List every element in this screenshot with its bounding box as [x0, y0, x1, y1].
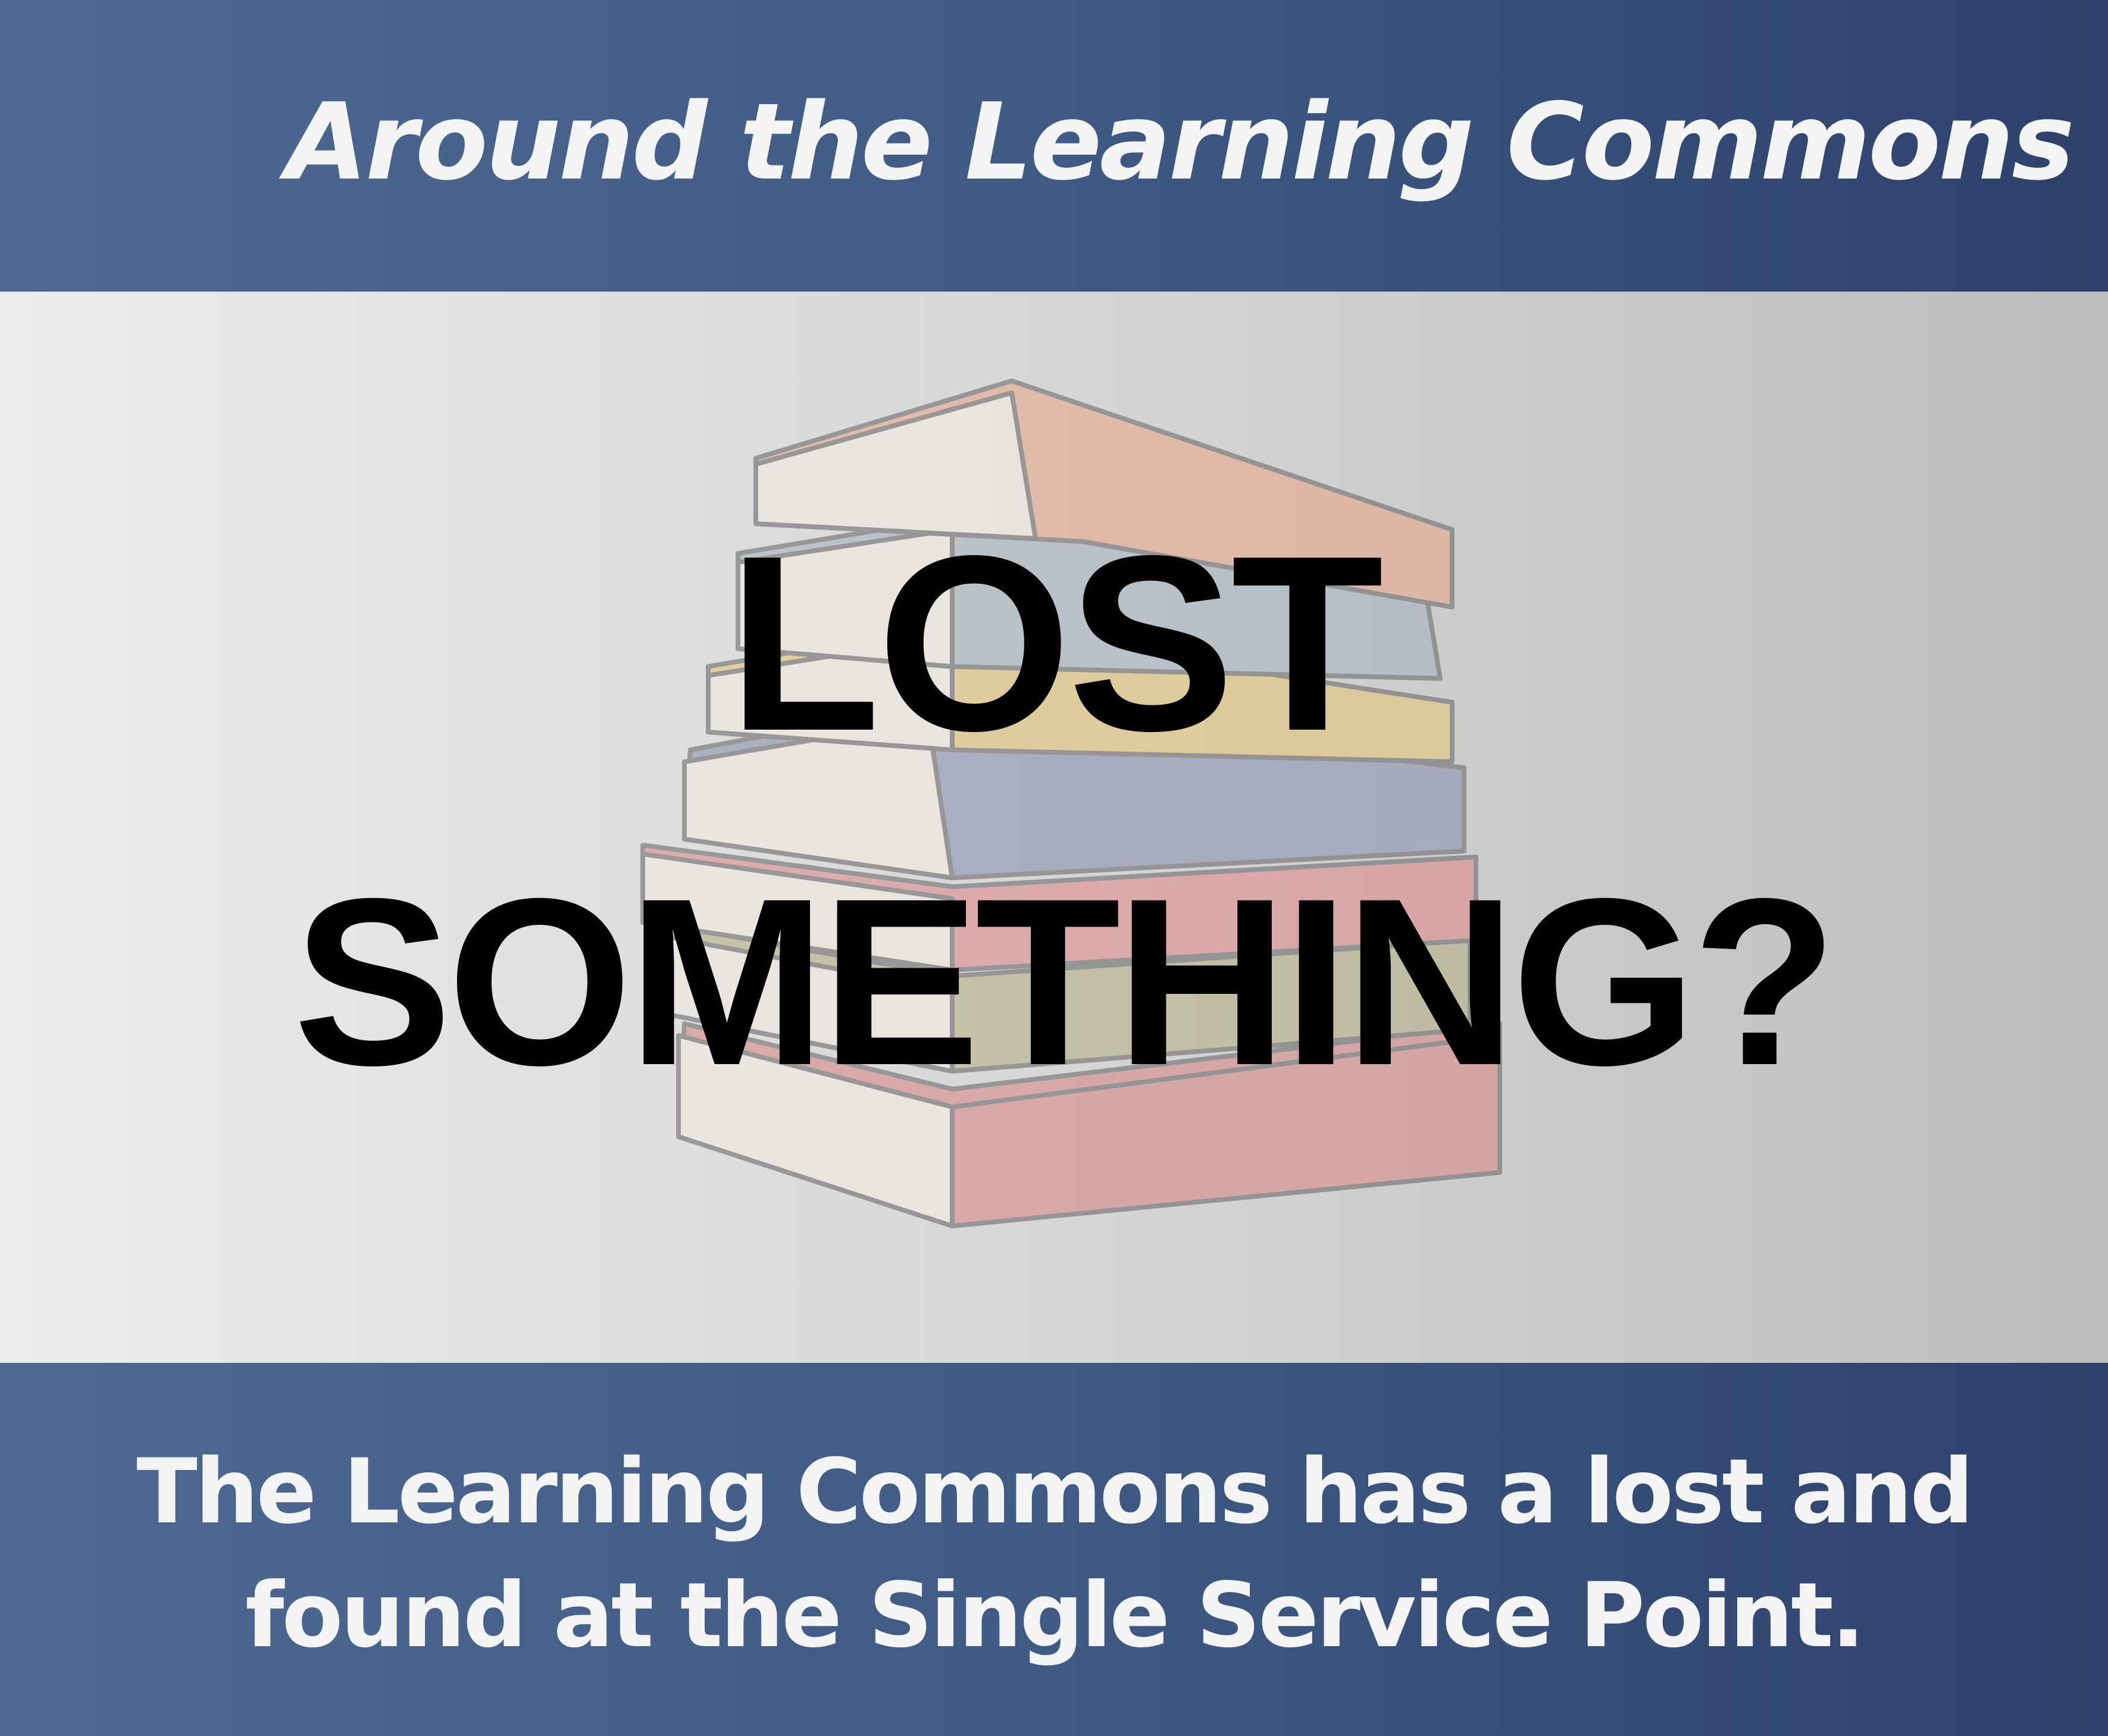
header-band: Around the Learning Commons: [0, 0, 2108, 292]
header-title: Around the Learning Commons: [286, 80, 2075, 204]
poster: Around the Learning Commons LOST SOMETHI…: [0, 0, 2108, 1736]
footer-text-line-2: found at the Single Service Point.: [245, 1564, 1865, 1668]
headline-line-1: LOST: [728, 504, 1384, 783]
main-panel: LOST SOMETHING?: [0, 292, 2108, 1363]
footer-band: [0, 1363, 2108, 1736]
footer-text-line-1: The Learning Commons has a lost and: [136, 1440, 1973, 1544]
headline-line-2: SOMETHING?: [293, 849, 1838, 1115]
